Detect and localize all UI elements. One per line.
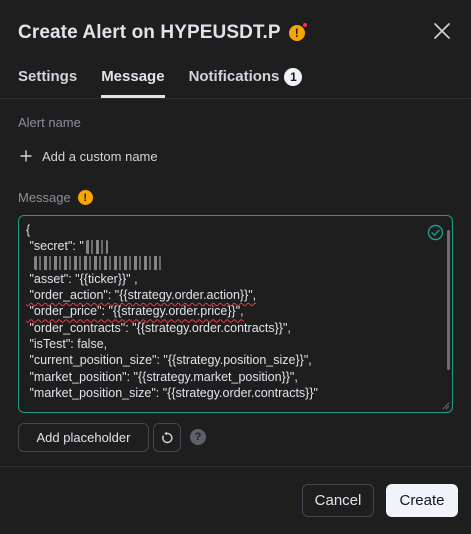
message-line: {	[26, 223, 31, 237]
tab-settings[interactable]: Settings	[18, 66, 77, 98]
tab-label: Settings	[18, 68, 78, 85]
tab-notifications[interactable]: Notifications 1	[189, 66, 303, 98]
valid-check-icon	[427, 224, 444, 241]
redacted-secret	[85, 240, 108, 254]
tab-bar: Settings Message Notifications 1	[18, 66, 326, 98]
reset-icon	[162, 431, 173, 443]
message-textarea[interactable]: { "secret": " "asset": "{{ticker}}" , "o…	[18, 215, 453, 413]
resize-grip-icon[interactable]	[442, 402, 450, 410]
message-label: Message	[18, 190, 71, 205]
notification-dot	[301, 22, 308, 28]
alert-name-label: Alert name	[18, 115, 81, 130]
add-custom-name-button[interactable]: Add a custom name	[18, 146, 158, 166]
create-button[interactable]: Create	[386, 484, 458, 517]
message-line-text: "secret": "	[26, 239, 84, 254]
tab-label: Message	[101, 68, 165, 85]
add-placeholder-button[interactable]: Add placeholder	[18, 423, 149, 452]
dialog-header: Create Alert on HYPEUSDT.P !	[18, 20, 453, 46]
message-line: "order_action": "{{strategy.order.action…	[26, 288, 257, 303]
message-line: "market_position": "{{strategy.market_po…	[26, 369, 298, 384]
create-alert-dialog: Create Alert on HYPEUSDT.P ! Settings Me…	[0, 0, 471, 534]
message-line	[26, 255, 426, 271]
message-line: "order_contracts": "{{strategy.order.con…	[26, 320, 291, 335]
message-text: { "secret": " "asset": "{{ticker}}" , "o…	[26, 222, 426, 401]
tab-message[interactable]: Message	[101, 66, 165, 98]
dialog-title: Create Alert on HYPEUSDT.P	[18, 22, 281, 43]
message-line: "secret": "	[26, 238, 426, 254]
redacted-secret	[34, 256, 164, 271]
message-label-row: Message !	[18, 190, 93, 205]
message-line: "isTest": false,	[26, 337, 108, 352]
message-line: "market_position_size": "{{strategy.orde…	[26, 385, 318, 400]
message-line: "current_position_size": "{{strategy.pos…	[26, 353, 312, 368]
cancel-button[interactable]: Cancel	[302, 484, 374, 517]
tab-label: Notifications	[188, 68, 280, 85]
message-line: "asset": "{{ticker}}" ,	[26, 271, 138, 286]
warning-icon[interactable]: !	[77, 190, 93, 205]
add-custom-name-label: Add a custom name	[42, 148, 158, 164]
footer-divider	[0, 466, 471, 467]
message-line: "order_price": "{{strategy.order.price}}…	[26, 304, 244, 319]
reset-button[interactable]	[153, 423, 181, 452]
warning-icon[interactable]: !	[288, 22, 308, 41]
close-icon[interactable]	[431, 20, 453, 42]
notifications-count-badge: 1	[284, 68, 303, 86]
plus-icon	[20, 150, 32, 162]
textarea-scrollbar[interactable]	[447, 230, 450, 370]
tabs-divider	[0, 98, 471, 99]
help-icon[interactable]: ?	[190, 429, 206, 445]
